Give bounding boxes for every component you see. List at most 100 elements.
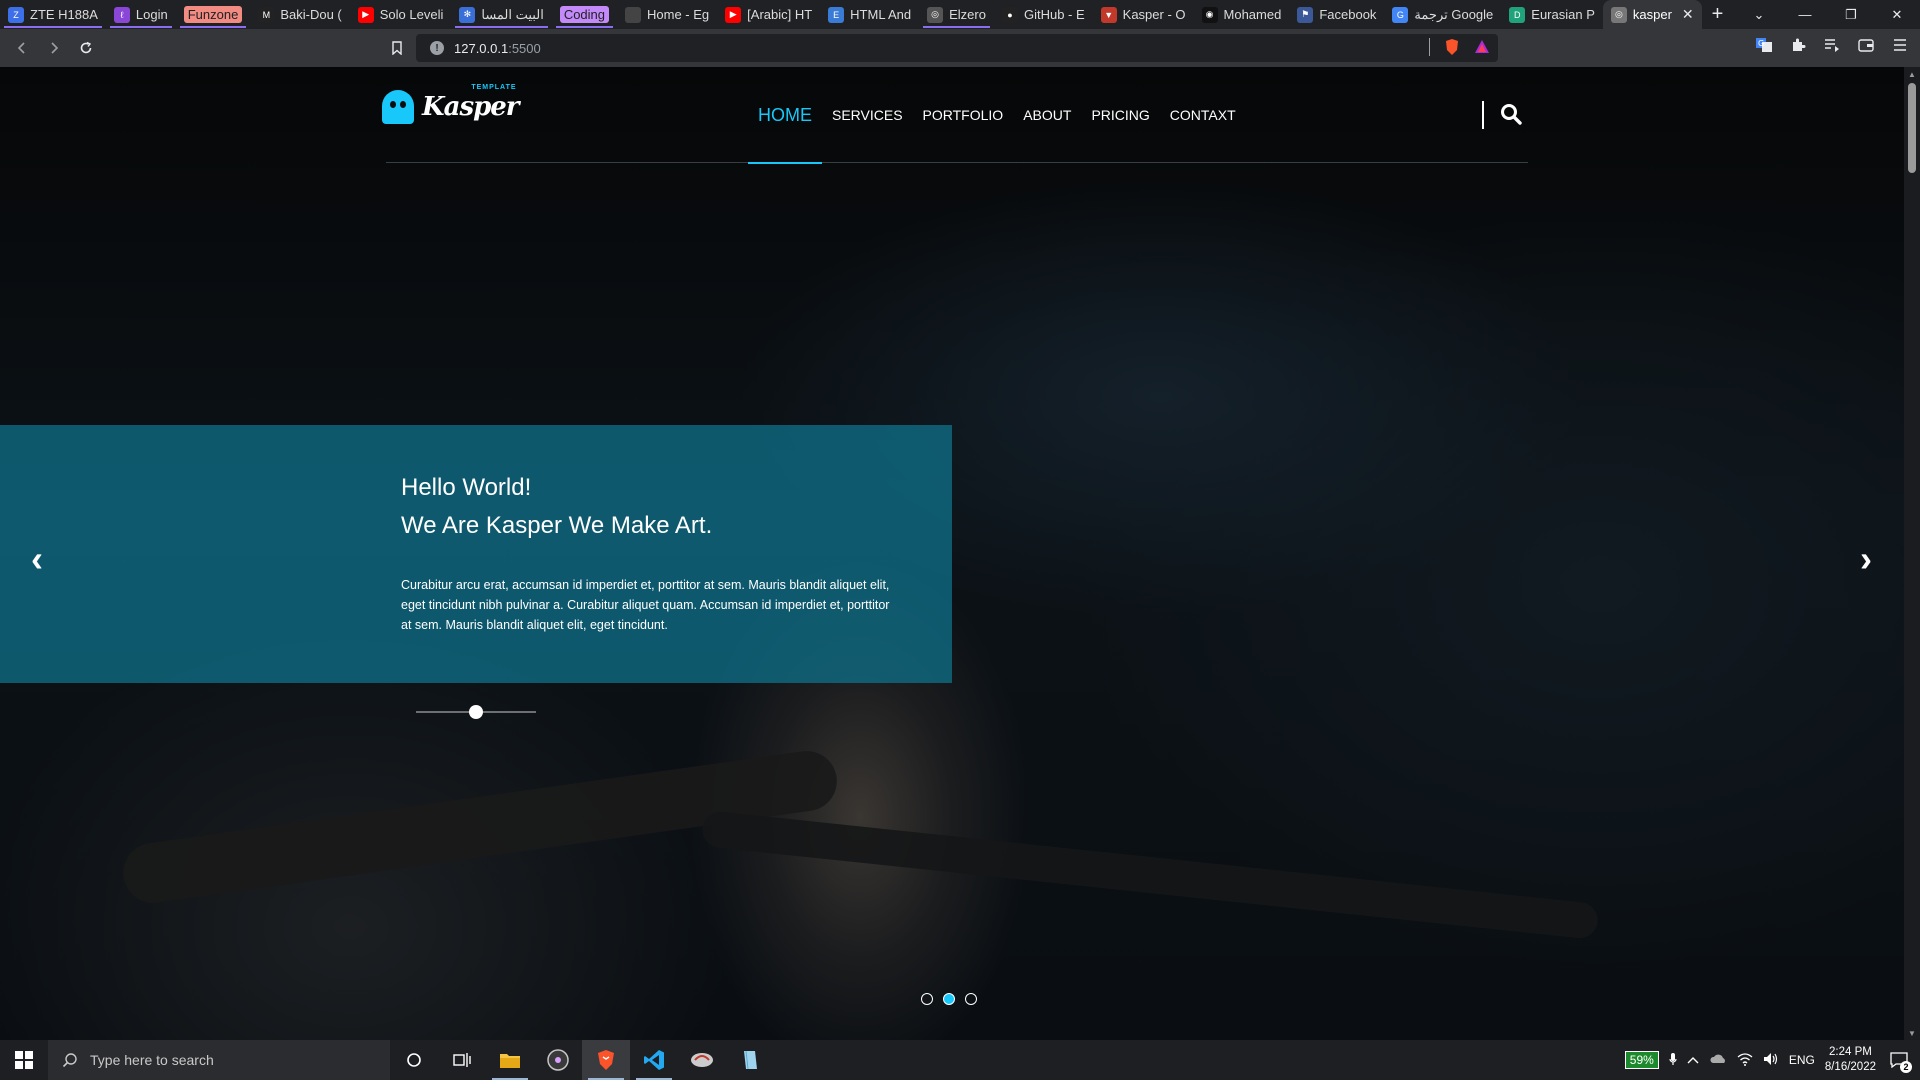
tab-label: Eurasian P xyxy=(1531,7,1595,22)
tab-favicon-icon: G xyxy=(1392,6,1409,23)
onedrive-icon[interactable] xyxy=(1709,1053,1727,1067)
chevron-up-icon[interactable] xyxy=(1687,1053,1699,1067)
browser-tab[interactable]: ▶ [Arabic] HT xyxy=(717,0,820,29)
nav-home[interactable]: HOME xyxy=(748,67,822,164)
slide-dot[interactable] xyxy=(943,993,955,1005)
address-bar[interactable]: ! 127.0.0.1:5500 xyxy=(416,34,1498,62)
browser-tab[interactable]: ● GitHub - E xyxy=(994,0,1093,29)
menu-icon[interactable] xyxy=(1888,33,1912,57)
scroll-up-icon[interactable]: ▲ xyxy=(1908,70,1916,79)
main-nav: HOME SERVICES PORTFOLIO ABOUT PRICING CO… xyxy=(748,67,1246,164)
extensions-area: G xyxy=(1752,33,1912,57)
tab-label: GitHub - E xyxy=(1023,7,1085,22)
obs-icon[interactable] xyxy=(534,1040,582,1080)
browser-tab[interactable]: ℓ Login xyxy=(106,0,176,29)
tab-favicon-icon: ◎ xyxy=(927,6,944,23)
browser-tab[interactable]: ✻ البيت المسا xyxy=(451,0,551,29)
tab-label: Mohamed xyxy=(1223,7,1282,22)
forward-icon[interactable] xyxy=(38,32,70,64)
tab-label: Elzero xyxy=(949,7,986,22)
site-header: Kasper TEMPLATE HOME SERVICES PORTFOLIO … xyxy=(382,67,1528,164)
slide-progress-knob[interactable] xyxy=(469,705,483,719)
brave-rewards-icon[interactable] xyxy=(1474,39,1490,55)
notepad-icon[interactable] xyxy=(726,1040,774,1080)
next-slide-arrow[interactable]: › xyxy=(1848,541,1884,577)
nav-portfolio[interactable]: PORTFOLIO xyxy=(913,67,1014,163)
logo[interactable]: Kasper TEMPLATE xyxy=(382,84,520,124)
tab-label: ترجمة Google xyxy=(1414,6,1494,22)
tab-favicon-icon: ▶ xyxy=(357,6,374,23)
task-view-icon[interactable] xyxy=(438,1040,486,1080)
mysql-workbench-icon[interactable] xyxy=(678,1040,726,1080)
browser-tab[interactable]: M Baki-Dou ( xyxy=(250,0,349,29)
minimize-button[interactable]: — xyxy=(1782,7,1828,22)
browser-tab[interactable]: ◎ kasper ✕ xyxy=(1602,0,1702,29)
file-explorer-icon[interactable] xyxy=(486,1040,534,1080)
tab-group-underline xyxy=(555,26,614,28)
browser-tab[interactable]: D Eurasian P xyxy=(1501,0,1603,29)
browser-tab[interactable]: Funzone xyxy=(176,0,251,29)
tab-label: Kasper - O xyxy=(1122,7,1186,22)
windows-start-icon[interactable] xyxy=(0,1040,48,1080)
new-tab-button[interactable]: + xyxy=(1702,0,1734,29)
tab-label: Login xyxy=(135,7,168,22)
search-icon[interactable] xyxy=(1500,103,1524,127)
nav-services[interactable]: SERVICES xyxy=(822,67,913,163)
taskbar-search-placeholder: Type here to search xyxy=(90,1052,214,1068)
bookmark-icon[interactable] xyxy=(381,32,413,64)
browser-tab[interactable]: E HTML And xyxy=(820,0,919,29)
tab-favicon-icon: E xyxy=(828,6,845,23)
media-queue-icon[interactable] xyxy=(1820,33,1844,57)
address-bar-actions xyxy=(1429,38,1490,56)
close-tab-icon[interactable]: ✕ xyxy=(1682,6,1694,23)
browser-tab[interactable]: Z ZTE H188A xyxy=(0,0,106,29)
window-controls: ⌄ — ❐ ✕ xyxy=(1736,0,1920,29)
close-window-button[interactable]: ✕ xyxy=(1874,7,1920,23)
tab-label: Baki-Dou ( xyxy=(280,7,342,22)
vscode-icon[interactable] xyxy=(630,1040,678,1080)
browser-tab[interactable]: ◉ Mohamed xyxy=(1194,0,1290,29)
system-tray: 59% ENG 2:24 PM 8/16/2022 2 xyxy=(1624,1040,1920,1080)
reload-icon[interactable] xyxy=(70,32,102,64)
browser-tab[interactable]: ⚑ Facebook xyxy=(1289,0,1384,29)
microphone-icon[interactable] xyxy=(1669,1052,1677,1069)
brave-browser-icon[interactable] xyxy=(582,1040,630,1080)
nav-pricing[interactable]: PRICING xyxy=(1081,67,1159,163)
nav-contact[interactable]: CONTAXT xyxy=(1160,67,1246,163)
browser-tab[interactable]: Home - Eg xyxy=(617,0,717,29)
slide-dot[interactable] xyxy=(921,993,933,1005)
taskbar-search[interactable]: Type here to search xyxy=(48,1040,390,1080)
browser-tab[interactable]: G ترجمة Google xyxy=(1384,0,1501,29)
browser-tab[interactable]: ▶ Solo Leveli xyxy=(350,0,452,29)
site-info-icon[interactable]: ! xyxy=(430,41,444,55)
slide-title: Hello World! xyxy=(401,474,532,501)
notification-center-icon[interactable]: 2 xyxy=(1886,1047,1912,1073)
volume-icon[interactable] xyxy=(1763,1052,1779,1069)
divider xyxy=(1429,38,1430,56)
nav-about[interactable]: ABOUT xyxy=(1013,67,1081,163)
browser-tab[interactable]: Coding xyxy=(552,0,617,29)
scroll-thumb[interactable] xyxy=(1908,83,1916,173)
tab-list-button[interactable]: ⌄ xyxy=(1736,7,1782,23)
tab-label: Solo Leveli xyxy=(379,7,444,22)
clock[interactable]: 2:24 PM 8/16/2022 xyxy=(1825,1045,1876,1075)
page-viewport: Kasper TEMPLATE HOME SERVICES PORTFOLIO … xyxy=(0,67,1904,1040)
slide-dot[interactable] xyxy=(965,993,977,1005)
language-indicator[interactable]: ENG xyxy=(1789,1053,1815,1067)
tab-favicon-icon: ▶ xyxy=(725,6,742,23)
prev-slide-arrow[interactable]: ‹ xyxy=(19,541,55,577)
translate-icon[interactable]: G xyxy=(1752,33,1776,57)
tab-favicon-icon: ⚑ xyxy=(1297,6,1314,23)
battery-indicator[interactable]: 59% xyxy=(1624,1051,1659,1069)
restore-button[interactable]: ❐ xyxy=(1828,7,1874,23)
browser-tab[interactable]: ▼ Kasper - O xyxy=(1093,0,1194,29)
brave-shields-icon[interactable] xyxy=(1444,38,1460,56)
scroll-down-icon[interactable]: ▼ xyxy=(1908,1029,1916,1038)
extensions-icon[interactable] xyxy=(1786,33,1810,57)
wallet-icon[interactable] xyxy=(1854,33,1878,57)
browser-tab[interactable]: ◎ Elzero xyxy=(919,0,994,29)
back-icon[interactable] xyxy=(6,32,38,64)
wifi-icon[interactable] xyxy=(1737,1052,1753,1069)
page-scrollbar[interactable]: ▲ ▼ xyxy=(1904,67,1920,1040)
cortana-icon[interactable] xyxy=(390,1040,438,1080)
